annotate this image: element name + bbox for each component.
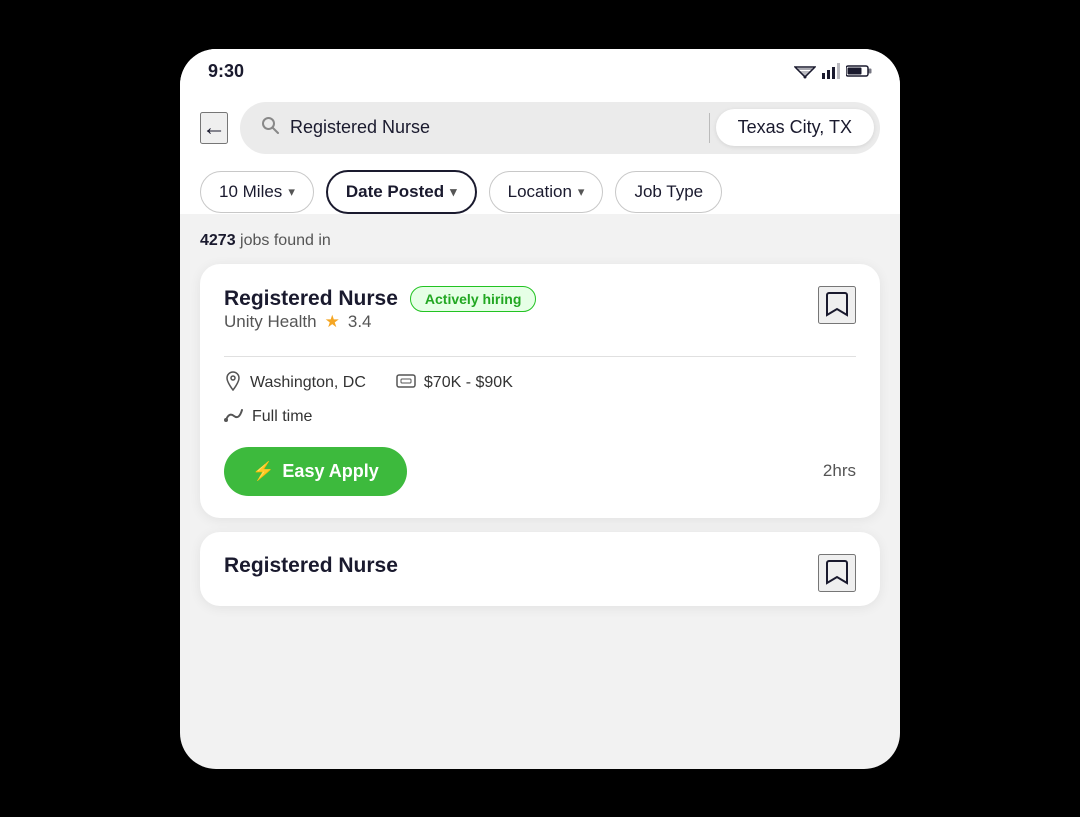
job-title: Registered Nurse	[224, 287, 398, 311]
job-type-text: Full time	[252, 408, 312, 426]
search-icon	[260, 115, 280, 141]
job-card-2-header: Registered Nurse	[224, 554, 856, 592]
filter-date-posted[interactable]: Date Posted ▾	[326, 170, 477, 214]
location-icon	[224, 371, 242, 396]
filter-miles[interactable]: 10 Miles ▾	[200, 171, 314, 213]
actively-hiring-badge: Actively hiring	[410, 286, 536, 312]
search-location[interactable]: Texas City, TX	[716, 109, 874, 146]
results-suffix: jobs found in	[240, 232, 331, 249]
chevron-down-icon: ▾	[450, 184, 457, 200]
job-card-1[interactable]: Registered Nurse Actively hiring Unity H…	[200, 264, 880, 518]
search-query: Registered Nurse	[290, 117, 430, 138]
job-location: Washington, DC	[224, 371, 366, 396]
chevron-down-icon: ▾	[578, 184, 585, 200]
search-divider	[709, 113, 710, 143]
battery-icon	[846, 64, 872, 78]
back-button[interactable]: ←	[200, 112, 228, 144]
job-card-2[interactable]: Registered Nurse	[200, 532, 880, 606]
salary-icon	[396, 372, 416, 395]
lightning-icon: ⚡	[252, 461, 274, 482]
phone-screen: 9:30 ←	[180, 49, 900, 769]
easy-apply-button[interactable]: ⚡ Easy Apply	[224, 447, 407, 496]
filter-area: 10 Miles ▾ Date Posted ▾ Location ▾ Job …	[180, 154, 900, 214]
easy-apply-label: Easy Apply	[282, 461, 378, 482]
search-area: ← Registered Nurse Texas City, TX	[180, 90, 900, 154]
results-area: 4273 jobs found in Registered Nurse Acti…	[180, 214, 900, 622]
filter-job-type-label: Job Type	[634, 182, 703, 202]
filter-date-posted-label: Date Posted	[346, 182, 444, 202]
company-row: Unity Health ★ 3.4	[224, 312, 536, 332]
results-number: 4273	[200, 232, 236, 249]
wifi-icon	[794, 63, 816, 79]
job-title-row: Registered Nurse Actively hiring	[224, 286, 536, 312]
job-type-row: Full time	[224, 406, 856, 429]
status-icons	[794, 63, 872, 79]
filter-job-type[interactable]: Job Type	[615, 171, 722, 213]
star-icon: ★	[325, 312, 340, 332]
status-bar: 9:30	[180, 49, 900, 90]
signal-icon	[822, 63, 840, 79]
time-ago: 2hrs	[823, 461, 856, 481]
chevron-down-icon: ▾	[288, 184, 295, 200]
company-name: Unity Health	[224, 312, 317, 332]
location-text: Washington, DC	[250, 374, 366, 392]
job-card-header: Registered Nurse Actively hiring Unity H…	[224, 286, 856, 346]
job-type-icon	[224, 406, 244, 429]
bookmark-button[interactable]	[818, 286, 856, 324]
job-details-row: Washington, DC $70K - $90K	[224, 371, 856, 396]
status-time: 9:30	[208, 61, 244, 82]
salary-text: $70K - $90K	[424, 374, 513, 392]
job-card-footer: ⚡ Easy Apply 2hrs	[224, 447, 856, 496]
job-card-2-title: Registered Nurse	[224, 554, 398, 578]
results-count: 4273 jobs found in	[200, 232, 880, 250]
filter-location[interactable]: Location ▾	[489, 171, 604, 213]
company-rating: 3.4	[348, 312, 372, 332]
search-left: Registered Nurse	[240, 115, 709, 141]
search-bar[interactable]: Registered Nurse Texas City, TX	[240, 102, 880, 154]
job-salary: $70K - $90K	[396, 372, 513, 395]
filter-location-label: Location	[508, 182, 572, 202]
filter-miles-label: 10 Miles	[219, 182, 282, 202]
card-divider	[224, 356, 856, 357]
bookmark-button-2[interactable]	[818, 554, 856, 592]
job-card-2-title-row: Registered Nurse	[224, 554, 398, 578]
